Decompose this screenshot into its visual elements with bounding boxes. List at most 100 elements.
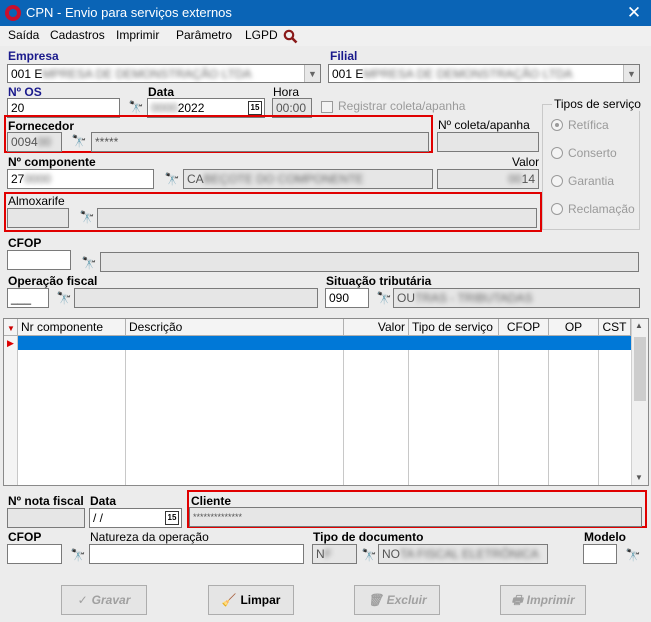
fornecedor-code[interactable]: 009400 bbox=[7, 132, 62, 152]
grid-header-descricao[interactable]: Descrição bbox=[126, 319, 344, 336]
menu-lgpd[interactable]: LGPD bbox=[245, 28, 278, 42]
radio-retifica[interactable] bbox=[551, 119, 563, 131]
nota-fiscal-label: Nº nota fiscal bbox=[8, 494, 84, 508]
limpar-button[interactable]: 🧹 Limpar bbox=[208, 585, 294, 615]
trash-icon: 🗑 bbox=[367, 593, 383, 607]
grid-header-valor[interactable]: Valor bbox=[344, 319, 409, 336]
close-icon[interactable]: ✕ bbox=[622, 3, 646, 23]
situacao-tributaria-description: OUTRAS - TRIBUTADAS bbox=[393, 288, 640, 308]
chevron-down-icon[interactable]: ▼ bbox=[304, 65, 320, 82]
scroll-thumb[interactable] bbox=[634, 337, 646, 401]
imprimir-button[interactable]: 🖶 Imprimir bbox=[500, 585, 586, 615]
hora-label: Hora bbox=[273, 85, 300, 99]
gravar-button[interactable]: ✓ Gravar bbox=[61, 585, 147, 615]
filial-select[interactable]: 001 EMPRESA DE DEMONSTRAÇÃO LTDA ▼ bbox=[328, 64, 640, 83]
tipo-documento-label: Tipo de documento bbox=[313, 530, 424, 544]
tipo-documento-description: NOTA FISCAL ELETRÔNICA bbox=[378, 544, 548, 564]
tipo-documento-code-value: N bbox=[316, 547, 325, 561]
grid-column bbox=[126, 336, 344, 485]
grid-column bbox=[344, 336, 409, 485]
grid-header-cst[interactable]: CST bbox=[599, 319, 631, 336]
binoculars-icon[interactable]: 🔭 bbox=[163, 172, 181, 186]
window-title: CPN - Envio para serviços externos bbox=[26, 5, 232, 20]
cfop2-input[interactable] bbox=[7, 544, 62, 564]
natureza-input[interactable] bbox=[89, 544, 304, 564]
menu-imprimir[interactable]: Imprimir bbox=[116, 28, 159, 42]
grid-header-tipo-servico[interactable]: Tipo de serviço bbox=[409, 319, 499, 336]
almoxarife-name bbox=[97, 208, 537, 228]
os-value: 20 bbox=[11, 101, 25, 115]
tipo-documento-code[interactable]: NF bbox=[312, 544, 357, 564]
binoculars-icon[interactable]: 🔭 bbox=[360, 548, 378, 562]
grid-indicator-header: ▼ bbox=[4, 319, 18, 336]
situacao-tributaria-code[interactable]: 090 bbox=[325, 288, 369, 308]
radio-garantia[interactable] bbox=[551, 175, 563, 187]
operacao-fiscal-input[interactable]: ___ bbox=[7, 288, 49, 308]
radio-reclamacao[interactable] bbox=[551, 203, 563, 215]
registrar-checkbox[interactable] bbox=[321, 101, 333, 113]
title-bar: CPN - Envio para serviços externos ✕ bbox=[0, 0, 651, 26]
almoxarife-code[interactable] bbox=[7, 208, 69, 228]
grid-column bbox=[499, 336, 549, 485]
valor-input[interactable]: 0014 bbox=[437, 169, 539, 189]
binoculars-icon[interactable]: 🔭 bbox=[55, 291, 73, 305]
data-nf-label: Data bbox=[90, 494, 117, 508]
valor-label: Valor bbox=[512, 155, 540, 169]
fornecedor-label: Fornecedor bbox=[8, 119, 75, 133]
table-row[interactable] bbox=[18, 336, 631, 350]
binoculars-icon[interactable]: 🔭 bbox=[80, 256, 98, 270]
componente-description: CABEÇOTE DO COMPONENTE bbox=[183, 169, 433, 189]
grid-header-op[interactable]: OP bbox=[549, 319, 599, 336]
menu-saida[interactable]: Saída bbox=[8, 28, 39, 42]
cfop2-label: CFOP bbox=[8, 530, 42, 544]
imprimir-button-label: Imprimir bbox=[526, 593, 575, 607]
grid-indicator-column bbox=[4, 336, 18, 485]
data-label: Data bbox=[148, 85, 175, 99]
menu-bar: Saída Cadastros Imprimir Parâmetro LGPD bbox=[0, 26, 651, 46]
menu-parametro[interactable]: Parâmetro bbox=[176, 28, 232, 42]
printer-icon: 🖶 bbox=[511, 593, 523, 607]
grid-scrollbar[interactable]: ▲ ▼ bbox=[631, 319, 648, 485]
checkmark-icon: ✓ bbox=[77, 593, 88, 607]
limpar-button-label: Limpar bbox=[240, 593, 281, 607]
coleta-input[interactable] bbox=[437, 132, 539, 152]
search-icon[interactable] bbox=[283, 29, 298, 44]
scroll-up-icon[interactable]: ▲ bbox=[635, 321, 643, 330]
binoculars-icon[interactable]: 🔭 bbox=[624, 548, 642, 562]
modelo-label: Modelo bbox=[584, 530, 626, 544]
empresa-select[interactable]: 001 EMPRESA DE DEMONSTRAÇÃO LTDA ▼ bbox=[7, 64, 321, 83]
chevron-down-icon[interactable]: ▼ bbox=[623, 65, 639, 82]
grid-header-cfop[interactable]: CFOP bbox=[499, 319, 549, 336]
radio-retifica-label: Retífica bbox=[568, 118, 609, 132]
nota-fiscal-input[interactable] bbox=[7, 508, 85, 528]
binoculars-icon[interactable]: 🔭 bbox=[70, 134, 88, 148]
radio-reclamacao-label: Reclamação bbox=[568, 202, 635, 216]
grid-header-nr-componente[interactable]: Nr componente bbox=[18, 319, 126, 336]
componente-code[interactable]: 270000 bbox=[7, 169, 154, 189]
excluir-button[interactable]: 🗑 Excluir bbox=[354, 585, 440, 615]
cfop-input[interactable] bbox=[7, 250, 71, 270]
modelo-input[interactable] bbox=[583, 544, 617, 564]
grid-column bbox=[549, 336, 599, 485]
binoculars-icon[interactable]: 🔭 bbox=[78, 210, 96, 224]
binoculars-icon[interactable]: 🔭 bbox=[69, 548, 87, 562]
coleta-label: Nº coleta/apanha bbox=[438, 118, 530, 132]
binoculars-icon[interactable]: 🔭 bbox=[127, 100, 145, 114]
radio-conserto[interactable] bbox=[551, 147, 563, 159]
gravar-button-label: Gravar bbox=[91, 593, 131, 607]
data-nf-input[interactable]: / / 15 bbox=[89, 508, 182, 528]
binoculars-icon[interactable]: 🔭 bbox=[375, 291, 393, 305]
scroll-down-icon[interactable]: ▼ bbox=[635, 473, 643, 482]
menu-cadastros[interactable]: Cadastros bbox=[50, 28, 105, 42]
componente-code-value: 27 bbox=[11, 172, 25, 186]
cliente-label: Cliente bbox=[191, 494, 232, 508]
grid-column bbox=[18, 336, 126, 485]
calendar-icon[interactable]: 15 bbox=[165, 511, 179, 525]
components-grid[interactable]: ▼ Nr componente Descrição Valor Tipo de … bbox=[3, 318, 649, 486]
operacao-fiscal-label: Operação fiscal bbox=[8, 274, 98, 288]
natureza-label: Natureza da operação bbox=[90, 530, 209, 544]
cfop-description bbox=[100, 252, 639, 272]
row-pointer-icon: ▶ bbox=[7, 338, 14, 348]
tipos-servico-label: Tipos de serviço bbox=[552, 97, 643, 111]
calendar-icon[interactable]: 15 bbox=[248, 101, 262, 115]
